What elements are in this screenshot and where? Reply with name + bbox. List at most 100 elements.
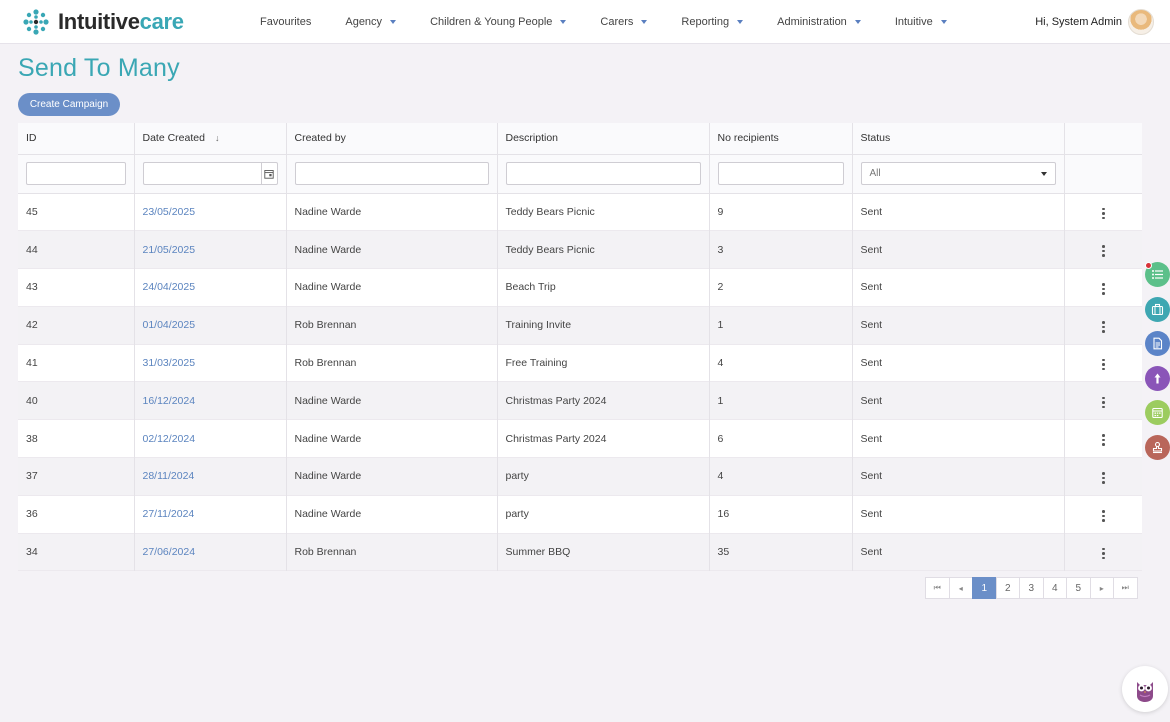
more-actions-icon[interactable] (1073, 358, 1135, 372)
dock-pointer-button[interactable] (1145, 365, 1170, 391)
nav-administration[interactable]: Administration (777, 16, 861, 28)
cell-date-created[interactable]: 24/04/2025 (134, 268, 287, 307)
page-1-button[interactable]: 1 (972, 577, 997, 599)
cell-date-created[interactable]: 27/06/2024 (134, 533, 287, 571)
page-4-button[interactable]: 4 (1042, 577, 1067, 599)
caret-down-icon (940, 20, 947, 24)
user-menu[interactable]: Hi, System Admin (1035, 0, 1154, 44)
more-actions-icon[interactable] (1073, 206, 1135, 220)
table-row[interactable]: 37 28/11/2024 Nadine Warde party 4 Sent (18, 457, 1142, 496)
column-header-status[interactable]: Status (852, 123, 1065, 155)
cell-recipients-text: 35 (717, 546, 730, 559)
nav-favourites-label: Favourites (260, 16, 312, 28)
cell-status-text: Sent (860, 470, 883, 483)
nav-carers[interactable]: Carers (600, 16, 648, 28)
nav-intuitive-label: Intuitive (894, 16, 933, 28)
cell-date-created-text[interactable]: 24/04/2025 (143, 281, 196, 293)
column-header-recipients[interactable]: No recipients (709, 123, 853, 155)
dock-briefcase-button[interactable] (1145, 296, 1170, 322)
cell-date-created[interactable]: 27/11/2024 (134, 495, 287, 534)
dock-stamp-button[interactable] (1145, 434, 1170, 460)
cell-date-created[interactable]: 28/11/2024 (134, 457, 287, 496)
table-row[interactable]: 43 24/04/2025 Nadine Warde Beach Trip 2 Sent (18, 268, 1142, 307)
cell-date-created-text[interactable]: 28/11/2024 (143, 470, 195, 482)
cell-id: 38 (18, 419, 135, 458)
cell-date-created-text[interactable]: 16/12/2024 (143, 395, 196, 407)
more-actions-icon[interactable] (1073, 320, 1135, 334)
column-header-date-created[interactable]: Date Created ↓ (134, 123, 287, 155)
table-row[interactable]: 34 27/06/2024 Rob Brennan Summer BBQ 35 Sent (18, 533, 1142, 571)
cell-date-created[interactable]: 31/03/2025 (134, 344, 287, 382)
previous-page-button[interactable]: ◂ (948, 577, 973, 599)
cell-status: Sent (852, 457, 1065, 496)
cell-status: Sent (852, 381, 1065, 420)
column-header-description[interactable]: Description (497, 123, 710, 155)
logo-mark-icon (23, 9, 49, 35)
filter-created-by-input[interactable] (294, 162, 489, 185)
cell-recipients: 2 (709, 268, 853, 307)
document-icon (1153, 337, 1163, 350)
cell-date-created-text[interactable]: 23/05/2025 (143, 206, 196, 218)
cell-status-text: Sent (860, 508, 883, 521)
column-header-id[interactable]: ID (18, 123, 135, 155)
nav-children-young-people[interactable]: Children & Young People (430, 16, 567, 28)
column-header-created-by[interactable]: Created by (286, 123, 498, 155)
calendar-picker-button[interactable] (260, 162, 278, 185)
cell-recipients-text: 16 (717, 508, 730, 521)
page-5-button[interactable]: 5 (1066, 577, 1091, 599)
more-actions-icon[interactable] (1073, 471, 1135, 485)
page-3-button[interactable]: 3 (1019, 577, 1044, 599)
cell-date-created-text[interactable]: 01/04/2025 (143, 319, 196, 331)
table-row[interactable]: 38 02/12/2024 Nadine Warde Christmas Party … (18, 419, 1142, 458)
table-row[interactable]: 36 27/11/2024 Nadine Warde party 16 Sent (18, 495, 1142, 534)
cell-id-text: 43 (26, 281, 38, 294)
nav-favourites[interactable]: Favourites (260, 16, 311, 28)
first-page-button[interactable]: ⏮ (925, 577, 950, 599)
table-row[interactable]: 41 31/03/2025 Rob Brennan Free Training 4 Sen… (18, 344, 1142, 382)
table-row[interactable]: 42 01/04/2025 Rob Brennan Training Invite 1 S… (18, 306, 1142, 345)
nav-agency[interactable]: Agency (345, 16, 397, 28)
more-actions-icon[interactable] (1073, 509, 1135, 523)
table-row[interactable]: 40 16/12/2024 Nadine Warde Christmas Party … (18, 381, 1142, 420)
filter-recipients-input[interactable] (717, 162, 844, 185)
filter-id-input[interactable] (26, 162, 126, 185)
last-page-button[interactable]: ⏭ (1113, 577, 1138, 599)
user-avatar[interactable] (1128, 9, 1154, 35)
cell-status-text: Sent (860, 546, 883, 559)
more-actions-icon[interactable] (1073, 433, 1135, 447)
cell-date-created[interactable]: 16/12/2024 (134, 381, 287, 420)
cell-recipients: 6 (709, 419, 853, 458)
cell-date-created[interactable]: 01/04/2025 (134, 306, 287, 345)
dock-calendar-button[interactable] (1145, 400, 1170, 425)
cell-date-created-text[interactable]: 02/12/2024 (143, 433, 196, 445)
cell-date-created-text[interactable]: 27/11/2024 (143, 508, 195, 520)
app-logo[interactable]: Intuitivecare (20, 5, 184, 39)
cell-date-created[interactable]: 02/12/2024 (134, 419, 287, 458)
cell-date-created-text[interactable]: 21/05/2025 (143, 244, 196, 256)
cell-date-created[interactable]: 21/05/2025 (134, 230, 287, 269)
cell-status-text: Sent (860, 357, 883, 370)
dock-list-button[interactable] (1145, 262, 1170, 287)
nav-intuitive[interactable]: Intuitive (895, 16, 947, 28)
table-row[interactable]: 44 21/05/2025 Nadine Warde Teddy Bears Picn… (18, 230, 1142, 269)
more-actions-icon[interactable] (1073, 395, 1135, 409)
more-actions-icon[interactable] (1073, 282, 1135, 296)
cell-date-created[interactable]: 23/05/2025 (134, 193, 287, 231)
more-actions-icon[interactable] (1073, 547, 1135, 561)
cell-description-text: party (505, 470, 529, 483)
cell-description-text: Christmas Party 2024 (505, 394, 607, 407)
create-campaign-button[interactable]: Create Campaign (18, 93, 120, 116)
nav-reporting[interactable]: Reporting (681, 16, 744, 28)
more-actions-icon[interactable] (1073, 244, 1135, 258)
filter-description-input[interactable] (505, 162, 701, 185)
filter-status-select[interactable]: All (860, 162, 1056, 185)
cell-date-created-text[interactable]: 31/03/2025 (143, 357, 196, 369)
dock-document-button[interactable] (1145, 331, 1170, 356)
page-2-button[interactable]: 2 (995, 577, 1020, 599)
next-page-button[interactable]: ▸ (1089, 577, 1114, 599)
table-row[interactable]: 45 23/05/2025 Nadine Warde Teddy Bears Picn… (18, 193, 1142, 231)
cell-date-created-text[interactable]: 27/06/2024 (143, 546, 196, 558)
filter-date-input[interactable] (142, 162, 261, 185)
help-assistant-button[interactable] (1122, 666, 1168, 712)
chevron-down-icon (1040, 171, 1047, 176)
